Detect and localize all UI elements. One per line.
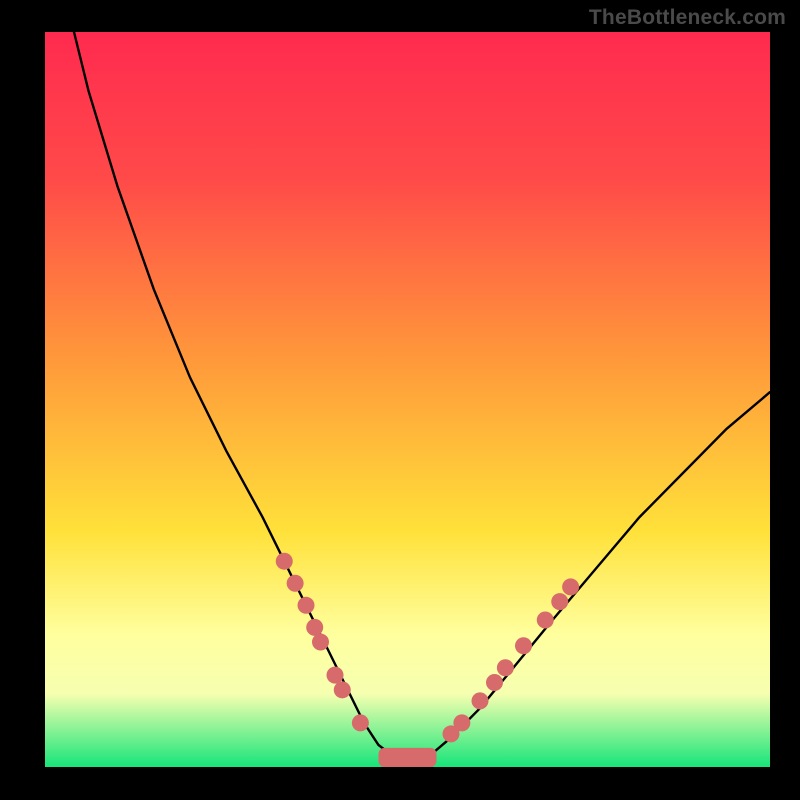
marker-dot	[327, 667, 344, 684]
marker-dot	[312, 634, 329, 651]
marker-dot	[276, 553, 293, 570]
marker-dot	[497, 659, 514, 676]
marker-dot	[287, 575, 304, 592]
plateau-marker	[379, 748, 437, 767]
chart-frame: TheBottleneck.com	[0, 0, 800, 800]
plot-area	[45, 32, 770, 767]
markers-right-group	[443, 578, 580, 742]
marker-dot	[352, 714, 369, 731]
bottleneck-curve	[74, 32, 770, 760]
marker-dot	[562, 578, 579, 595]
marker-dot	[537, 612, 554, 629]
marker-dot	[486, 674, 503, 691]
marker-dot	[334, 681, 351, 698]
watermark-text: TheBottleneck.com	[589, 6, 786, 30]
marker-dot	[551, 593, 568, 610]
marker-dot	[298, 597, 315, 614]
marker-dot	[453, 714, 470, 731]
chart-svg	[45, 32, 770, 767]
marker-dot	[306, 619, 323, 636]
marker-dot	[515, 637, 532, 654]
marker-dot	[472, 692, 489, 709]
